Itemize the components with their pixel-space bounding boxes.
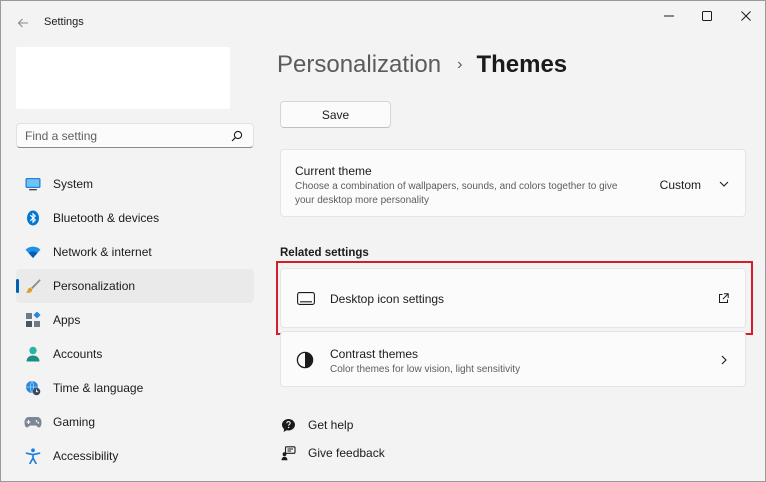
breadcrumb-separator: ›: [457, 56, 463, 73]
related-settings-heading: Related settings: [280, 247, 369, 259]
sidebar-item-label: Personalization: [53, 279, 136, 293]
accessibility-icon: [24, 447, 42, 465]
contrast-themes-title: Contrast themes: [330, 347, 419, 361]
sidebar-item-label: Network & internet: [53, 245, 152, 259]
bluetooth-icon: [24, 209, 42, 227]
breadcrumb-parent[interactable]: Personalization: [277, 51, 441, 79]
close-button[interactable]: [729, 5, 763, 27]
sidebar-item-time-language[interactable]: Time & language: [16, 371, 254, 405]
monitor-icon: [24, 175, 42, 193]
sidebar-item-accessibility[interactable]: Accessibility: [16, 439, 254, 473]
get-help-label: Get help: [308, 418, 354, 432]
sidebar-item-gaming[interactable]: Gaming: [16, 405, 254, 439]
maximize-icon: [702, 11, 712, 21]
sidebar-item-network[interactable]: Network & internet: [16, 235, 254, 269]
get-help-link[interactable]: Get help: [280, 417, 353, 433]
highlight-box: [276, 261, 753, 335]
sidebar-item-label: Gaming: [53, 415, 96, 429]
sidebar-nav: System Bluetooth & devices Network & int…: [16, 167, 254, 473]
current-theme-description: Choose a combination of wallpapers, soun…: [295, 180, 617, 208]
sidebar-item-label: System: [53, 177, 94, 191]
breadcrumb: Personalization › Themes: [277, 51, 567, 79]
search-box: [16, 123, 254, 148]
close-icon: [741, 11, 751, 21]
sidebar-item-label: Bluetooth & devices: [53, 211, 160, 225]
back-button[interactable]: [13, 13, 33, 33]
search-icon[interactable]: [231, 130, 243, 142]
settings-window: Settings System Bluetooth & devices: [0, 0, 766, 482]
search-input[interactable]: [25, 128, 225, 143]
profile-card[interactable]: [16, 47, 230, 109]
apps-icon: [24, 311, 42, 329]
sidebar-item-label: Accounts: [53, 347, 103, 361]
contrast-themes-description: Color themes for low vision, light sensi…: [330, 364, 521, 375]
wifi-icon: [24, 243, 42, 261]
save-button[interactable]: Save: [280, 101, 391, 128]
sidebar-item-system[interactable]: System: [16, 167, 254, 201]
title-bar: Settings: [1, 1, 765, 41]
sidebar-item-accounts[interactable]: Accounts: [16, 337, 254, 371]
current-theme-value: Custom: [659, 178, 701, 192]
contrast-icon: [296, 351, 314, 369]
brush-icon: [24, 277, 42, 295]
current-theme-description-line: your desktop more personality: [295, 195, 429, 206]
chevron-down-icon[interactable]: [719, 179, 729, 189]
minimize-button[interactable]: [652, 5, 686, 27]
minimize-icon: [664, 15, 674, 17]
chevron-right-icon: [721, 355, 727, 365]
page-title: Themes: [476, 51, 568, 78]
sidebar-item-apps[interactable]: Apps: [16, 303, 254, 337]
contrast-themes-card[interactable]: Contrast themes Color themes for low vis…: [280, 331, 746, 387]
current-theme-title: Current theme: [295, 164, 372, 178]
current-theme-card[interactable]: Current theme Choose a combination of wa…: [280, 149, 746, 217]
give-feedback-label: Give feedback: [308, 446, 385, 460]
sidebar-item-label: Accessibility: [53, 449, 119, 463]
sidebar-item-label: Apps: [53, 313, 81, 327]
sidebar-item-label: Time & language: [53, 381, 144, 395]
app-title: Settings: [44, 16, 84, 28]
gamepad-icon: [24, 413, 42, 431]
feedback-icon: [280, 445, 296, 461]
sidebar-item-bluetooth[interactable]: Bluetooth & devices: [16, 201, 254, 235]
globe-clock-icon: [24, 379, 42, 397]
arrow-left-icon: [17, 18, 28, 28]
sidebar-item-personalization[interactable]: Personalization: [16, 269, 254, 303]
help-icon: [280, 417, 296, 433]
maximize-button[interactable]: [690, 5, 724, 27]
person-icon: [24, 345, 42, 363]
give-feedback-link[interactable]: Give feedback: [280, 445, 385, 461]
current-theme-description-line: Choose a combination of wallpapers, soun…: [295, 181, 618, 192]
